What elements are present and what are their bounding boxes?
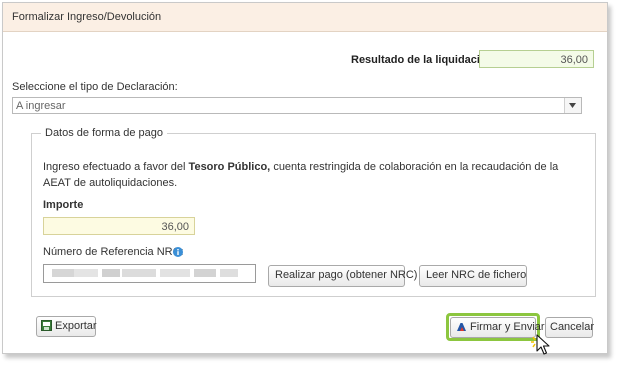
- export-icon: [41, 320, 52, 331]
- firmar-enviar-button[interactable]: Firmar y Enviar: [450, 317, 545, 338]
- importe-label: Importe: [43, 199, 84, 211]
- nrc-label: Número de Referencia NRC:: [43, 246, 184, 258]
- chevron-down-icon: [569, 103, 576, 108]
- result-label: Resultado de la liquidación: [351, 54, 494, 66]
- result-value: 36,00: [479, 50, 594, 68]
- exportar-label: Exportar: [55, 320, 97, 332]
- redacted-nrc-value: [52, 269, 238, 277]
- info-icon[interactable]: [173, 247, 183, 257]
- firmar-enviar-label: Firmar y Enviar: [470, 321, 545, 333]
- declaration-type-select[interactable]: A ingresar: [12, 97, 582, 114]
- declaration-type-value: A ingresar: [16, 100, 66, 112]
- payment-info-text: Ingreso efectuado a favor del Tesoro Púb…: [43, 159, 583, 191]
- info-text-bold: Tesoro Público,: [188, 161, 271, 173]
- formalizar-dialog: Formalizar Ingreso/Devolución Resultado …: [2, 2, 608, 355]
- sign-icon: [457, 323, 466, 331]
- realizar-pago-button[interactable]: Realizar pago (obtener NRC): [268, 265, 417, 287]
- dialog-title: Formalizar Ingreso/Devolución: [12, 11, 162, 23]
- payment-legend: Datos de forma de pago: [41, 127, 168, 139]
- nrc-input[interactable]: [43, 264, 256, 283]
- declaration-type-label: Seleccione el tipo de Declaración:: [12, 81, 178, 93]
- info-text-pre: Ingreso efectuado a favor del: [43, 161, 186, 173]
- dialog-titlebar: Formalizar Ingreso/Devolución: [3, 3, 607, 32]
- dropdown-button[interactable]: [564, 98, 581, 113]
- importe-value: 36,00: [43, 217, 195, 235]
- exportar-button[interactable]: Exportar: [36, 316, 97, 337]
- mouse-cursor-icon: [531, 334, 550, 355]
- leer-nrc-button[interactable]: Leer NRC de fichero: [419, 265, 527, 287]
